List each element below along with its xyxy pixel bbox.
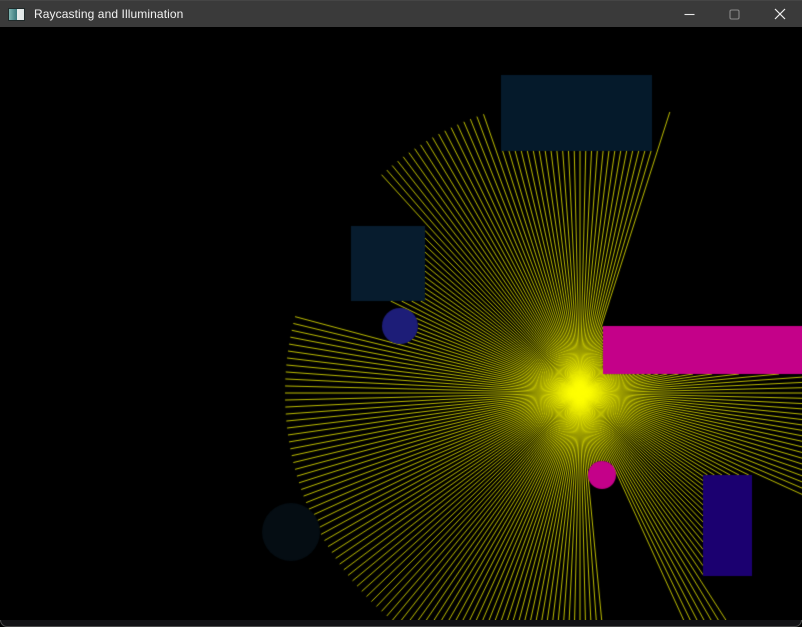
window-bottom-frame	[0, 620, 802, 627]
minimize-icon	[684, 9, 695, 20]
maximize-icon	[729, 9, 740, 20]
window-controls	[667, 1, 802, 27]
app-icon	[8, 8, 25, 21]
raycasting-viewport	[0, 27, 802, 620]
titlebar[interactable]: Raycasting and Illumination	[0, 0, 802, 27]
app-window: Raycasting and Illumination	[0, 0, 802, 627]
scene-canvas[interactable]	[0, 27, 802, 620]
maximize-button[interactable]	[712, 1, 757, 27]
minimize-button[interactable]	[667, 1, 712, 27]
window-title: Raycasting and Illumination	[34, 7, 183, 21]
close-button[interactable]	[757, 1, 802, 27]
close-icon	[774, 8, 786, 20]
